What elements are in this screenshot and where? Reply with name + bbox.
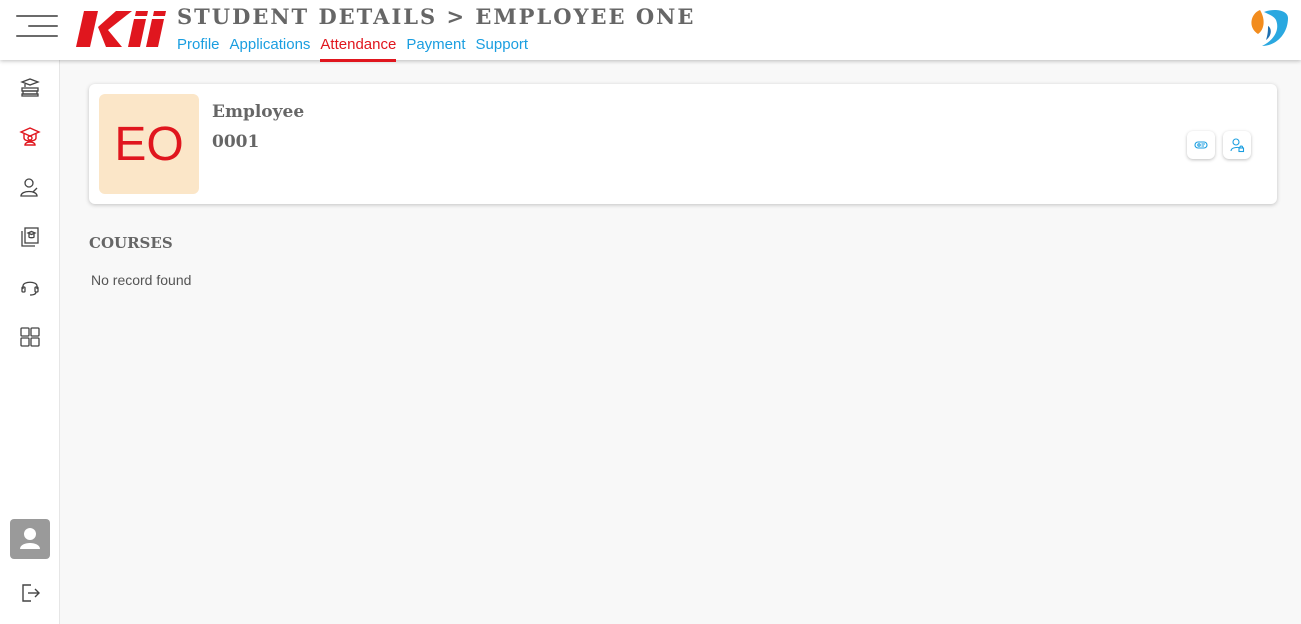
user-lock-icon [1230,138,1245,153]
hamburger-line [28,25,58,27]
graduation-books-icon [20,78,40,97]
tab-profile[interactable]: Profile [177,36,220,62]
student-cap-icon [19,127,41,146]
sidebar-item-courses[interactable] [18,225,42,249]
tab-applications[interactable]: Applications [230,36,311,62]
sidebar-item-students[interactable] [18,125,42,149]
top-header: STUDENT DETAILS > EMPLOYEE ONE Profile A… [0,0,1301,62]
courses-icon [21,227,39,247]
dashboard-grid-icon [20,327,40,347]
logout-button[interactable] [18,581,42,605]
user-avatar-button[interactable] [10,519,50,559]
employee-name: Employee [212,102,305,122]
sidebar-item-dashboard[interactable] [18,325,42,349]
hamburger-line [16,15,58,17]
id-card-icon [1194,141,1208,149]
user-lock-button[interactable] [1223,131,1251,159]
sidebar-item-support[interactable] [18,275,42,299]
employee-id: 0001 [212,132,260,152]
page-title: STUDENT DETAILS > EMPLOYEE ONE [177,4,696,29]
brand-logo[interactable] [76,9,166,49]
main-content: EO Employee 0001 COURSES No record found [60,60,1301,624]
partner-logo-icon [1251,10,1288,46]
tab-support[interactable]: Support [476,36,529,62]
sidebar [0,60,60,624]
tab-payment[interactable]: Payment [406,36,465,62]
user-profile-icon [20,178,38,197]
menu-toggle-button[interactable] [16,13,58,39]
tab-attendance[interactable]: Attendance [320,36,397,62]
tab-bar: Profile Applications Attendance Payment … [177,36,528,62]
sidebar-item-profile[interactable] [18,175,42,199]
user-avatar-icon [20,528,40,549]
id-card-button[interactable] [1187,131,1215,159]
profile-card: EO Employee 0001 [89,84,1277,204]
initials-avatar: EO [99,94,199,194]
headset-icon [21,281,39,296]
courses-heading: COURSES [89,234,173,252]
logout-icon [22,584,40,602]
sidebar-item-education[interactable] [18,75,42,99]
empty-state-message: No record found [91,272,192,288]
hamburger-line [16,35,58,37]
